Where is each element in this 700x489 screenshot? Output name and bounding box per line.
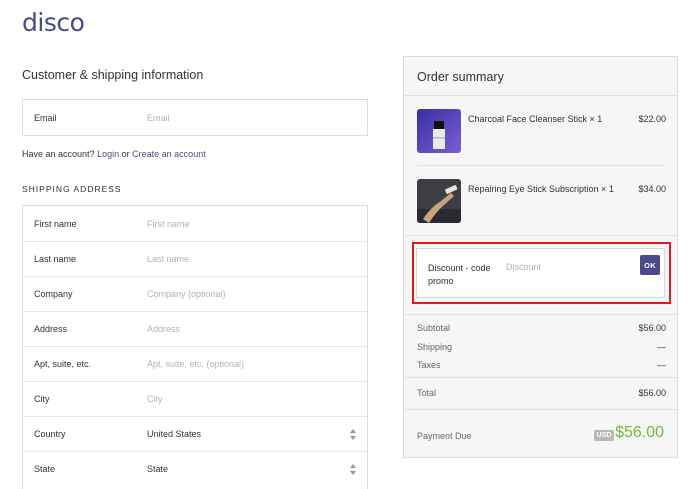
subtotal-value: $56.00 xyxy=(638,323,666,333)
last-name-label: Last name xyxy=(34,254,77,264)
item-divider xyxy=(417,165,664,166)
company-input[interactable] xyxy=(147,277,357,311)
currency-badge: USD xyxy=(594,430,614,441)
city-row: City xyxy=(23,381,367,416)
shipping-form: First name Last name Company Address Apt… xyxy=(22,205,368,489)
state-row[interactable]: State State xyxy=(23,451,367,486)
email-row: Email xyxy=(23,100,367,135)
apt-label: Apt, suite, etc. xyxy=(34,359,92,369)
address-label: Address xyxy=(34,324,68,334)
total-value: $56.00 xyxy=(638,388,666,398)
apt-row: Apt, suite, etc. xyxy=(23,346,367,381)
taxes-value: — xyxy=(657,360,666,370)
total-row: Total $56.00 xyxy=(417,388,666,400)
brand-logo[interactable]: disco xyxy=(22,8,85,37)
shipping-row: Shipping — xyxy=(417,342,666,354)
line-item-name: Charcoal Face Cleanser Stick × 1 xyxy=(468,114,603,124)
line-item-name: Repairing Eye Stick Subscription × 1 xyxy=(468,184,614,194)
state-select[interactable]: State xyxy=(147,464,168,474)
login-link[interactable]: Login xyxy=(97,149,119,159)
state-label: State xyxy=(34,464,56,474)
country-select[interactable]: United States xyxy=(147,429,201,439)
shipping-value: — xyxy=(657,342,666,352)
account-prefix: Have an account? xyxy=(22,149,95,159)
select-arrows-icon xyxy=(350,429,356,440)
first-name-input[interactable] xyxy=(147,206,357,241)
summary-divider xyxy=(404,314,677,315)
company-label: Company xyxy=(34,289,73,299)
checkout-page: disco Customer & shipping information Em… xyxy=(0,0,700,489)
summary-divider xyxy=(404,95,677,96)
select-arrows-icon xyxy=(350,464,356,475)
email-box: Email xyxy=(22,99,368,136)
taxes-row: Taxes — xyxy=(417,360,666,372)
line-item: Charcoal Face Cleanser Stick × 1 $22.00 xyxy=(417,109,666,153)
city-input[interactable] xyxy=(147,382,357,416)
company-row: Company xyxy=(23,276,367,311)
country-label: Country xyxy=(34,429,66,439)
summary-divider xyxy=(404,235,677,236)
shipping-label: Shipping xyxy=(417,342,453,352)
subtotal-row: Subtotal $56.00 xyxy=(417,323,666,335)
shipping-address-heading: SHIPPING ADDRESS xyxy=(22,184,122,194)
taxes-label: Taxes xyxy=(417,360,441,370)
line-item-price: $22.00 xyxy=(638,114,666,124)
payment-due-value: $56.00 xyxy=(615,424,664,441)
total-label: Total xyxy=(417,388,437,398)
address-row: Address xyxy=(23,311,367,346)
apply-discount-button[interactable]: OK xyxy=(640,255,660,275)
email-input[interactable] xyxy=(147,100,357,135)
apt-input[interactable] xyxy=(147,347,357,381)
discount-input[interactable] xyxy=(506,260,626,274)
account-line: Have an account? Login or Create an acco… xyxy=(22,149,206,159)
summary-divider xyxy=(404,377,677,378)
product-thumbnail-cleanser xyxy=(417,109,461,153)
first-name-row: First name xyxy=(23,206,367,241)
create-account-link[interactable]: Create an account xyxy=(132,149,206,159)
last-name-input[interactable] xyxy=(147,242,357,276)
summary-divider xyxy=(404,409,677,410)
last-name-row: Last name xyxy=(23,241,367,276)
email-label: Email xyxy=(34,112,57,123)
discount-box: Discount - code promo OK xyxy=(416,248,665,298)
or-text: or xyxy=(121,149,130,159)
payment-due-label: Payment Due xyxy=(417,431,472,441)
country-row[interactable]: Country United States xyxy=(23,416,367,451)
city-label: City xyxy=(34,394,50,404)
first-name-label: First name xyxy=(34,218,77,229)
subtotal-label: Subtotal xyxy=(417,323,451,333)
line-item: Repairing Eye Stick Subscription × 1 $34… xyxy=(417,179,666,223)
address-input[interactable] xyxy=(147,312,357,346)
customer-section-title: Customer & shipping information xyxy=(22,68,204,82)
line-item-price: $34.00 xyxy=(638,184,666,194)
discount-label: Discount - code promo xyxy=(428,263,491,286)
product-thumbnail-eye-stick xyxy=(417,179,461,223)
order-summary-title: Order summary xyxy=(417,70,504,84)
